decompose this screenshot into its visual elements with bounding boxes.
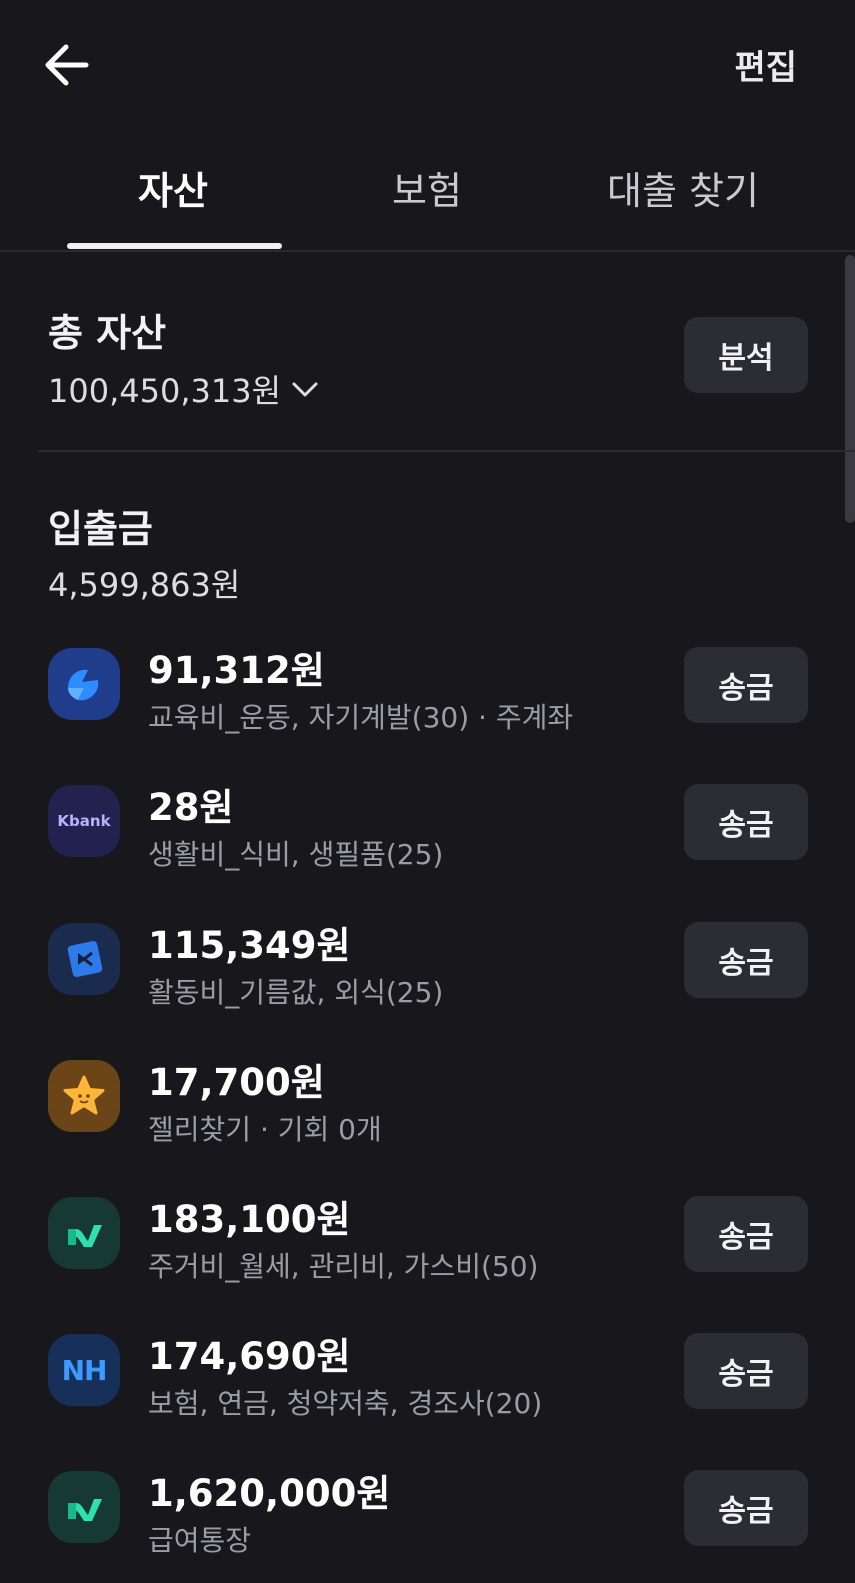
star-jelly-logo-icon [48,1060,120,1132]
account-item[interactable]: NH 174,690원 보험, 연금, 청약저축, 경조사(20) 송금 [48,1326,808,1446]
account-amount: 91,312원 [148,649,325,692]
section-title: 입출금 [48,507,153,551]
account-description: 생활비_식비, 생필품(25) [148,838,444,871]
tab-insurance[interactable]: 보험 [392,160,462,215]
green-bank-logo-icon [48,1197,120,1269]
back-arrow-icon[interactable] [40,38,94,92]
tab-find-loan[interactable]: 대출 찾기 [607,160,759,215]
account-item[interactable]: 17,700원 젤리찾기 · 기회 0개 [48,1052,808,1172]
total-assets-amount-toggle[interactable]: 100,450,313원 [48,366,319,412]
scrollbar[interactable] [845,255,855,523]
bank-logo-icon [48,923,120,995]
account-description: 급여통장 [148,1524,252,1557]
divider [38,450,855,452]
kbank-logo-text: Kbank [57,812,111,830]
nh-logo-text: NH [61,1353,108,1387]
total-assets-summary: 총 자산 100,450,313원 분석 [48,300,808,420]
nh-logo-icon: NH [48,1334,120,1406]
toss-bank-logo-icon [48,648,120,720]
account-description: 주거비_월세, 관리비, 가스비(50) [148,1250,539,1283]
tab-bar: 자산 보험 대출 찾기 [0,150,855,252]
send-button[interactable]: 송금 [684,647,808,723]
account-amount: 28원 [148,786,234,829]
chevron-down-icon [292,382,318,397]
account-item[interactable]: 1,620,000원 급여통장 송금 [48,1463,808,1583]
edit-button[interactable]: 편집 [734,40,797,89]
account-item[interactable]: Kbank 28원 생활비_식비, 생필품(25) 송금 [48,777,808,897]
tab-assets[interactable]: 자산 [138,160,208,215]
send-button[interactable]: 송금 [684,922,808,998]
green-bank-logo-icon [48,1471,120,1543]
account-amount: 1,620,000원 [148,1472,391,1515]
active-tab-indicator [67,243,282,249]
account-amount: 183,100원 [148,1198,351,1241]
account-description: 보험, 연금, 청약저축, 경조사(20) [148,1387,543,1420]
total-assets-amount: 100,450,313원 [48,372,282,410]
send-button[interactable]: 송금 [684,1470,808,1546]
account-description: 젤리찾기 · 기회 0개 [148,1113,382,1146]
kbank-logo-icon: Kbank [48,785,120,857]
top-bar: 편집 [0,0,855,130]
account-amount: 17,700원 [148,1061,325,1104]
account-description: 교육비_운동, 자기계발(30) · 주계좌 [148,701,574,734]
account-item[interactable]: 91,312원 교육비_운동, 자기계발(30) · 주계좌 송금 [48,640,808,760]
account-item[interactable]: 115,349원 활동비_기름값, 외식(25) 송금 [48,915,808,1035]
account-item[interactable]: 183,100원 주거비_월세, 관리비, 가스비(50) 송금 [48,1189,808,1309]
send-button[interactable]: 송금 [684,1333,808,1409]
account-description: 활동비_기름값, 외식(25) [148,976,444,1009]
send-button[interactable]: 송금 [684,784,808,860]
analysis-button[interactable]: 분석 [684,317,808,393]
account-amount: 174,690원 [148,1335,351,1378]
total-assets-title: 총 자산 [48,311,167,355]
send-button[interactable]: 송금 [684,1196,808,1272]
section-amount: 4,599,863원 [48,566,241,604]
account-amount: 115,349원 [148,924,351,967]
